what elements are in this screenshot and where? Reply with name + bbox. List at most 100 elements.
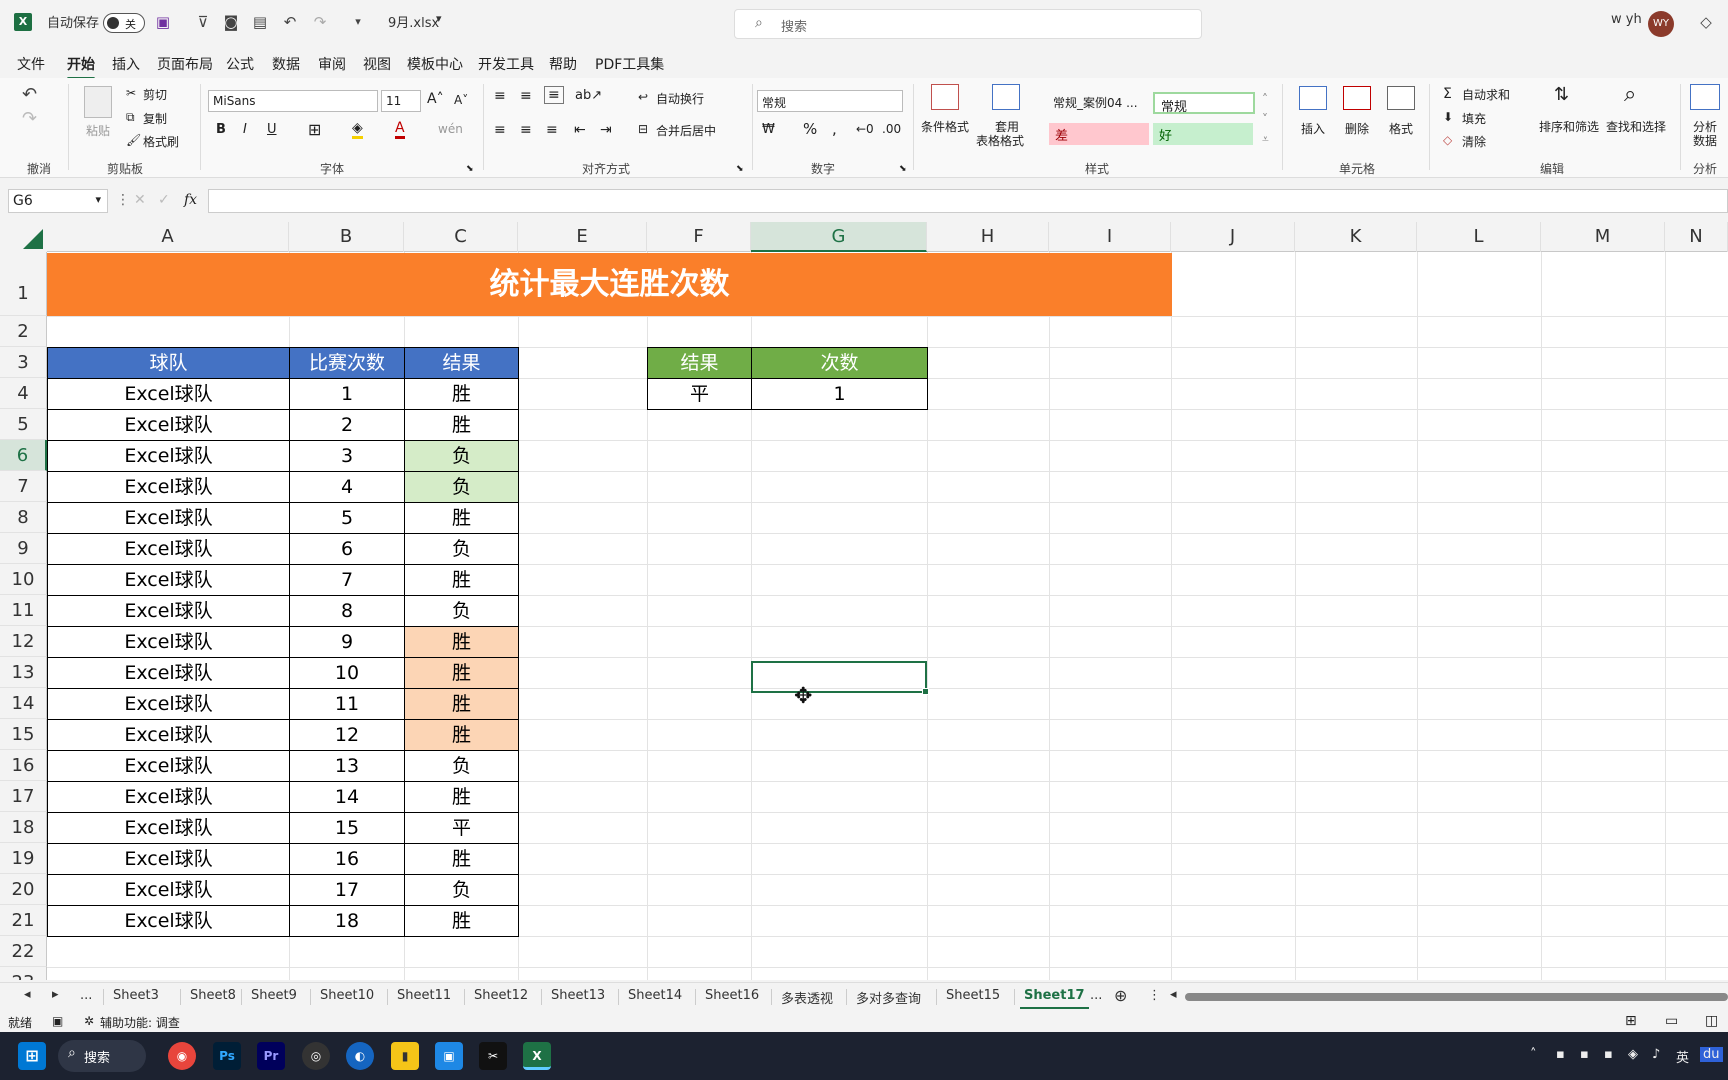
match-number-cell[interactable]: 4: [289, 471, 405, 503]
row-header-9[interactable]: 9: [0, 533, 47, 564]
analyze-data-button-2[interactable]: 数据: [1693, 132, 1717, 149]
column-header-g[interactable]: G: [751, 222, 927, 252]
sheet-tab[interactable]: Sheet17: [1020, 988, 1089, 1009]
sheet-tab[interactable]: Sheet9: [251, 988, 297, 1003]
column-header-f[interactable]: F: [647, 222, 751, 252]
match-number-cell[interactable]: 16: [289, 843, 405, 875]
row-header-4[interactable]: 4: [0, 378, 47, 409]
accessibility-status[interactable]: 辅助功能: 调查: [100, 1014, 180, 1031]
result-cell[interactable]: 负: [404, 750, 519, 782]
wrap-text-icon[interactable]: ↩: [638, 90, 648, 104]
result-cell[interactable]: 负: [404, 874, 519, 906]
analyze-data-icon[interactable]: [1690, 84, 1720, 110]
format-cells-icon[interactable]: [1387, 86, 1415, 110]
row-header-18[interactable]: 18: [0, 812, 47, 843]
row-header-2[interactable]: 2: [0, 316, 47, 347]
summary-header-cell[interactable]: 次数: [751, 347, 928, 379]
team-cell[interactable]: Excel球队: [47, 781, 290, 813]
insert-cells-icon[interactable]: [1299, 86, 1327, 110]
premiere-icon[interactable]: Pr: [257, 1042, 285, 1070]
team-cell[interactable]: Excel球队: [47, 874, 290, 906]
page-break-view-icon[interactable]: ◫: [1705, 1013, 1718, 1029]
result-cell[interactable]: 负: [404, 440, 519, 472]
sheet-tab[interactable]: Sheet8: [190, 988, 236, 1003]
row-header-22[interactable]: 22: [0, 936, 47, 967]
row-header-15[interactable]: 15: [0, 719, 47, 750]
autosum-button[interactable]: 自动求和: [1462, 86, 1510, 103]
fill-icon[interactable]: ⬇: [1443, 110, 1453, 124]
match-number-cell[interactable]: 11: [289, 688, 405, 720]
insert-function-button[interactable]: fx: [184, 192, 197, 208]
column-header-l[interactable]: L: [1417, 222, 1541, 252]
team-cell[interactable]: Excel球队: [47, 440, 290, 472]
phonetic-icon[interactable]: wén: [438, 122, 463, 136]
cut-button[interactable]: 剪切: [143, 86, 167, 103]
style-good[interactable]: 好: [1153, 123, 1253, 145]
accessibility-icon[interactable]: ✲: [84, 1014, 94, 1028]
undo-icon[interactable]: ↶: [280, 12, 300, 32]
table-format-icon[interactable]: [992, 84, 1020, 110]
windows-start-icon[interactable]: ⊞: [18, 1042, 46, 1070]
table-header-cell[interactable]: 结果: [404, 347, 519, 379]
row-header-21[interactable]: 21: [0, 905, 47, 936]
match-number-cell[interactable]: 18: [289, 905, 405, 937]
column-header-e[interactable]: E: [518, 222, 647, 252]
name-box[interactable]: G6 ▾: [8, 189, 108, 213]
row-header-17[interactable]: 17: [0, 781, 47, 812]
save-icon[interactable]: ▣: [153, 12, 173, 32]
search-box[interactable]: ⌕ 搜索: [734, 9, 1202, 39]
customize-qat-icon[interactable]: ▾: [348, 12, 368, 32]
prev-sheet-icon[interactable]: ◂: [24, 987, 31, 1002]
merge-icon[interactable]: ⊟: [638, 122, 648, 136]
tab-page-layout[interactable]: 页面布局: [157, 54, 213, 74]
conditional-format-button[interactable]: 条件格式: [921, 118, 969, 135]
find-select-button[interactable]: 查找和选择: [1606, 118, 1666, 135]
diamond-icon[interactable]: ◇: [1696, 12, 1716, 32]
merge-center-button[interactable]: 合并后居中: [656, 122, 716, 139]
team-cell[interactable]: Excel球队: [47, 626, 290, 658]
form-icon[interactable]: ▤: [250, 12, 270, 32]
style-normal[interactable]: 常规: [1153, 92, 1255, 115]
paste-button[interactable]: 粘贴: [86, 122, 110, 139]
scissors-icon[interactable]: ✂: [126, 86, 136, 100]
copy-button[interactable]: 复制: [143, 110, 167, 127]
filename-chevron-icon[interactable]: ▾: [436, 12, 442, 25]
style-normal-case[interactable]: 常规_案例04 ...: [1047, 92, 1151, 114]
capcut-icon[interactable]: ✂: [479, 1042, 507, 1070]
team-cell[interactable]: Excel球队: [47, 843, 290, 875]
video-icon[interactable]: ▣: [435, 1042, 463, 1070]
column-header-i[interactable]: I: [1049, 222, 1171, 252]
wrap-text-button[interactable]: 自动换行: [656, 90, 704, 107]
table-header-cell[interactable]: 球队: [47, 347, 290, 379]
files-icon[interactable]: ▮: [391, 1042, 419, 1070]
row-header-11[interactable]: 11: [0, 595, 47, 626]
browser-icon[interactable]: ◐: [346, 1042, 374, 1070]
tab-insert[interactable]: 插入: [112, 54, 140, 74]
orientation-icon[interactable]: ab↗: [575, 88, 602, 103]
team-cell[interactable]: Excel球队: [47, 564, 290, 596]
tab-review[interactable]: 审阅: [318, 54, 346, 74]
shrink-font-icon[interactable]: A˅: [454, 93, 468, 107]
shield-icon[interactable]: ◈: [1628, 1047, 1638, 1062]
team-cell[interactable]: Excel球队: [47, 688, 290, 720]
team-cell[interactable]: Excel球队: [47, 471, 290, 503]
font-name-select[interactable]: MiSans: [208, 90, 378, 112]
excel-icon[interactable]: X: [523, 1042, 551, 1070]
tab-file[interactable]: 文件: [17, 54, 45, 74]
row-header-10[interactable]: 10: [0, 564, 47, 595]
row-header-7[interactable]: 7: [0, 471, 47, 502]
camera-icon[interactable]: ◙: [221, 12, 241, 32]
row-header-1[interactable]: 1: [0, 252, 47, 316]
avatar[interactable]: WY: [1648, 11, 1674, 37]
ribbon-undo-icon[interactable]: ↶: [22, 84, 37, 105]
align-bottom-icon[interactable]: ≡: [544, 86, 564, 104]
paste-icon[interactable]: [84, 86, 112, 118]
tray-app-icon[interactable]: ▪: [1556, 1047, 1565, 1062]
photoshop-icon[interactable]: Ps: [213, 1042, 241, 1070]
team-cell[interactable]: Excel球队: [47, 657, 290, 689]
normal-view-icon[interactable]: ⊞: [1625, 1013, 1637, 1029]
sheet-tab[interactable]: Sheet15: [946, 988, 1000, 1003]
alignment-dialog-launcher-icon[interactable]: ⬊: [736, 164, 744, 174]
table-format-button-2[interactable]: 表格格式: [976, 132, 1024, 149]
insert-cells-button[interactable]: 插入: [1301, 120, 1325, 137]
